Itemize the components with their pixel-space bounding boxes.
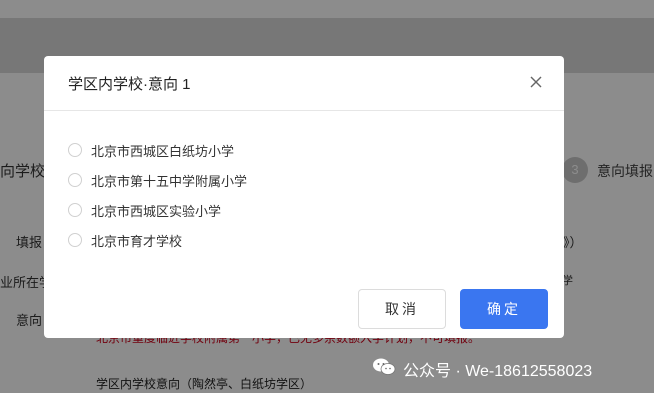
school-choice-dialog: 学区内学校·意向 1 北京市西城区白纸坊小学 北京市第十五中学附属小学 北京市西… (44, 56, 564, 338)
option-label: 北京市西城区白纸坊小学 (91, 144, 235, 159)
radio-button[interactable] (68, 203, 82, 217)
school-option-baizhifang[interactable]: 北京市西城区白纸坊小学 (68, 140, 468, 160)
radio-button[interactable] (68, 233, 82, 247)
wechat-icon (373, 358, 396, 375)
school-option-no15-affiliated[interactable]: 北京市第十五中学附属小学 (68, 170, 468, 190)
option-label: 北京市第十五中学附属小学 (91, 174, 248, 189)
dialog-title: 学区内学校·意向 1 (68, 76, 191, 93)
dialog-header: 学区内学校·意向 1 (44, 56, 564, 111)
radio-button[interactable] (68, 173, 82, 187)
school-option-experimental[interactable]: 北京市西城区实验小学 (68, 200, 468, 220)
confirm-button[interactable]: 确定 (460, 289, 548, 329)
option-label: 北京市育才学校 (91, 234, 183, 249)
school-option-yucai[interactable]: 北京市育才学校 (68, 230, 468, 250)
option-label: 北京市西城区实验小学 (91, 204, 222, 219)
radio-button[interactable] (68, 143, 82, 157)
watermark-text: 公众号 · We-18612558023 (403, 363, 593, 380)
cancel-button[interactable]: 取消 (358, 289, 446, 329)
close-icon[interactable] (526, 72, 546, 92)
